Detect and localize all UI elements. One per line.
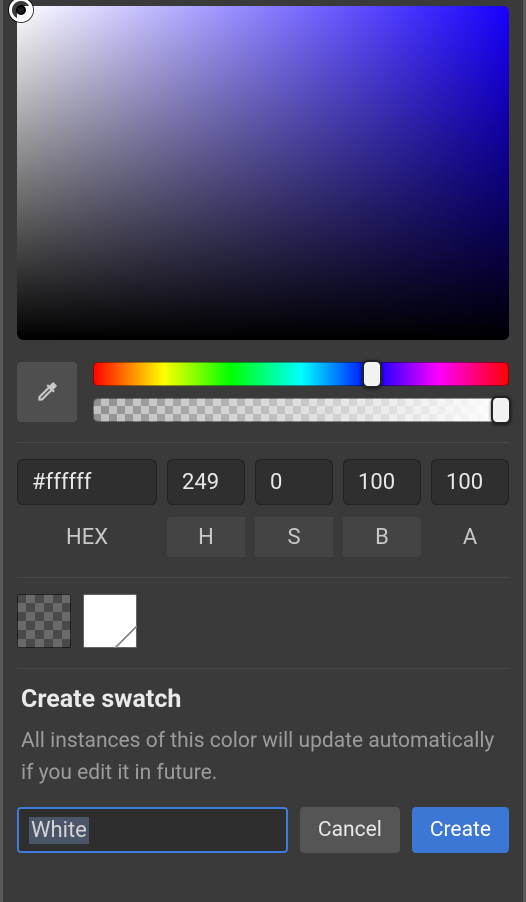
divider xyxy=(17,668,509,669)
swatch-current[interactable] xyxy=(83,594,137,648)
color-picker-panel: #ffffff 249 0 100 100 HEX H S B A Create… xyxy=(0,0,526,902)
mode-tab-b[interactable]: B xyxy=(343,517,421,557)
swatch-name-value: White xyxy=(29,817,89,844)
alpha-thumb[interactable] xyxy=(491,396,511,424)
hue-thumb[interactable] xyxy=(362,360,382,388)
eyedropper-button[interactable] xyxy=(17,362,77,422)
mode-tab-s[interactable]: S xyxy=(255,517,333,557)
alpha-label: A xyxy=(431,517,509,557)
alpha-input[interactable]: 100 xyxy=(431,459,509,505)
swatch-name-input[interactable]: White xyxy=(17,807,288,853)
divider xyxy=(17,577,509,578)
hex-input[interactable]: #ffffff xyxy=(17,459,157,505)
create-button[interactable]: Create xyxy=(412,807,509,853)
hue-slider[interactable] xyxy=(93,362,509,386)
hue-input[interactable]: 249 xyxy=(167,459,245,505)
eyedropper-icon xyxy=(34,379,60,405)
saturation-input[interactable]: 0 xyxy=(255,459,333,505)
alpha-slider[interactable] xyxy=(93,398,509,422)
create-swatch-description: All instances of this color will update … xyxy=(21,726,505,789)
hex-label: HEX xyxy=(17,517,157,557)
cancel-button[interactable]: Cancel xyxy=(300,807,400,853)
brightness-input[interactable]: 100 xyxy=(343,459,421,505)
create-swatch-title: Create swatch xyxy=(21,685,505,714)
swatch-none[interactable] xyxy=(17,594,71,648)
saturation-brightness-area[interactable] xyxy=(17,6,509,340)
mode-tab-h[interactable]: H xyxy=(167,517,245,557)
divider xyxy=(17,442,509,443)
